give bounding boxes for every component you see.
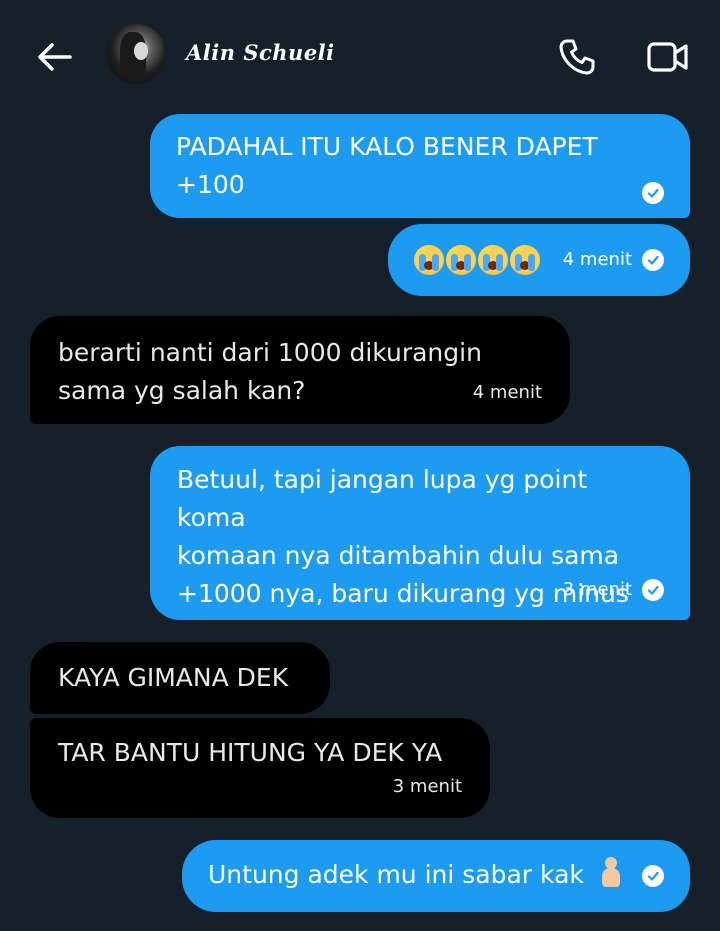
chat-header: Alin Schueli [0,0,720,110]
message-text: TAR BANTU HITUNG YA DEK YA [58,738,443,767]
loudly-crying-face-emoji [414,245,444,275]
message-bubble-received[interactable]: KAYA GIMANA DEK [30,642,330,714]
read-check-icon [642,579,664,601]
message-time: 3 menit [562,579,632,600]
message-bubble-sent[interactable]: Betuul, tapi jangan lupa yg point koma k… [150,446,690,620]
crying-face-emoji-group [414,245,540,275]
message-time: 3 menit [392,776,462,797]
message-bubble-received[interactable]: TAR BANTU HITUNG YA DEK YA 3 menit [30,718,490,818]
back-button[interactable] [28,34,80,80]
loudly-crying-face-emoji [446,245,476,275]
arrow-left-icon [38,43,72,71]
video-call-button[interactable] [642,34,694,80]
read-check-icon [642,865,664,887]
message-text: PADAHAL ITU KALO BENER DAPET +100 [176,132,598,199]
chat-screen: Alin Schueli PADAHAL ITU KALO BENER DAPE… [0,0,720,931]
person-kneeling-emoji [598,857,624,887]
read-check-icon [642,249,664,271]
message-time: 4 menit [472,382,542,403]
call-button[interactable] [552,34,602,80]
message-bubble-received[interactable]: berarti nanti dari 1000 dikurangin sama … [30,316,570,424]
video-camera-icon [647,42,688,72]
avatar[interactable] [106,24,166,84]
phone-icon [559,39,595,75]
message-bubble-sent[interactable]: PADAHAL ITU KALO BENER DAPET +100 [150,114,690,218]
message-text: KAYA GIMANA DEK [58,663,289,692]
contact-name[interactable]: Alin Schueli [186,40,335,65]
message-bubble-sent[interactable]: Untung adek mu ini sabar kak [182,840,690,912]
read-check-icon [642,182,664,204]
message-bubble-sent[interactable]: 4 menit [388,224,690,296]
loudly-crying-face-emoji [510,245,540,275]
message-text: berarti nanti dari 1000 dikurangin sama … [58,338,482,405]
loudly-crying-face-emoji [478,245,508,275]
message-time: 4 menit [562,249,632,270]
message-text: Untung adek mu ini sabar kak [208,860,584,889]
